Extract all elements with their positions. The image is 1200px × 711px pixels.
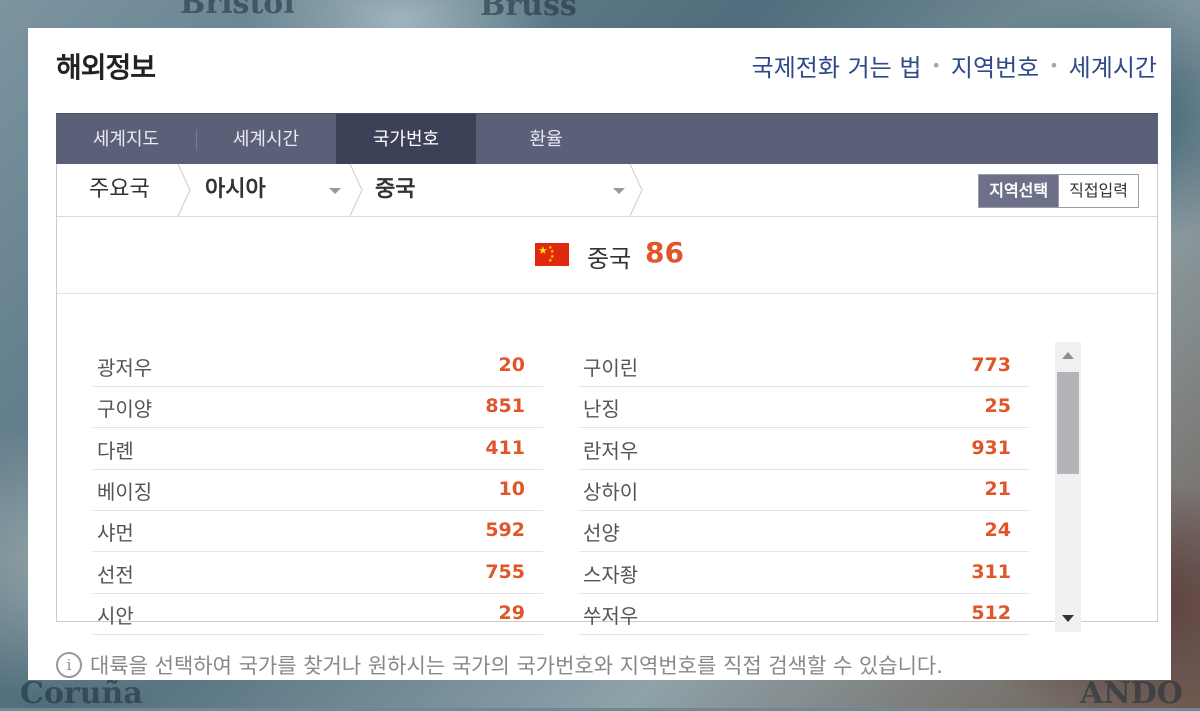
region-row: 스자좡 311 (579, 553, 1029, 594)
chevron-down-icon[interactable] (329, 188, 341, 194)
info-icon: i (56, 652, 82, 678)
region-row: 선양 24 (579, 511, 1029, 553)
country-code-panel: 주요국 아시아 중국 지역선택 직접입력 ★ ★ ★ ★ ★ 중국 86 광저우… (56, 164, 1158, 635)
region-code: 755 (485, 560, 525, 583)
region-code: 311 (971, 560, 1011, 583)
region-name: 선양 (583, 521, 620, 546)
scroll-down-arrow-icon[interactable] (1062, 615, 1074, 622)
region-name: 난징 (583, 397, 620, 422)
scrollbar-thumb[interactable] (1057, 372, 1079, 474)
region-code: 10 (498, 477, 525, 500)
region-row: 난징 25 (579, 387, 1029, 429)
crumb-major-countries[interactable]: 주요국 (89, 164, 150, 216)
info-note: i 대륙을 선택하여 국가를 찾거나 원하시는 국가의 국가번호와 지역번호를 … (56, 650, 943, 680)
input-mode-toggle: 지역선택 직접입력 (978, 174, 1139, 208)
link-area-code[interactable]: 지역번호 (951, 48, 1039, 83)
info-text: 대륙을 선택하여 국가를 찾거나 원하시는 국가의 국가번호와 지역번호를 직접… (90, 654, 943, 678)
separator-dot: • (1049, 56, 1059, 75)
region-code: 851 (485, 395, 525, 418)
region-code: 21 (984, 477, 1011, 500)
region-code: 29 (498, 601, 525, 624)
region-code: 931 (971, 436, 1011, 459)
region-name: 샤먼 (97, 521, 134, 546)
region-list-scrollbar[interactable] (1055, 342, 1081, 632)
crumb-continent-select[interactable]: 아시아 (205, 164, 266, 216)
region-row: 광저우 20 (93, 346, 543, 387)
region-name: 베이징 (97, 479, 153, 504)
tab-country-code[interactable]: 국가번호 (336, 114, 476, 165)
region-row: 상하이 21 (579, 470, 1029, 511)
region-name: 란저우 (583, 438, 639, 463)
region-name: 쑤저우 (583, 603, 639, 628)
chevron-right-icon (629, 164, 643, 216)
tab-exchange-rate[interactable]: 환율 (476, 114, 616, 165)
chevron-down-icon[interactable] (613, 188, 625, 194)
region-row: 쑤저우 512 (579, 594, 1029, 635)
region-name: 광저우 (97, 356, 153, 380)
direct-input-button[interactable]: 직접입력 (1059, 175, 1138, 207)
chevron-right-icon (177, 164, 191, 216)
region-code: 592 (485, 519, 525, 542)
region-row: 구이양 851 (93, 387, 543, 429)
china-flag-icon: ★ ★ ★ ★ ★ (535, 243, 569, 266)
region-breadcrumb: 주요국 아시아 중국 지역선택 직접입력 (57, 164, 1157, 217)
selected-country: ★ ★ ★ ★ ★ 중국 86 (57, 217, 1157, 294)
region-row: 란저우 931 (579, 429, 1029, 470)
tab-world-map[interactable]: 세계지도 (56, 114, 196, 165)
crumb-country-select[interactable]: 중국 (375, 164, 415, 216)
country-code: 86 (645, 236, 684, 269)
region-name: 구이린 (583, 356, 639, 380)
region-row: 시안 29 (93, 594, 543, 635)
region-name: 다롄 (97, 438, 134, 463)
region-row: 구이린 773 (579, 346, 1029, 387)
region-row: 베이징 10 (93, 470, 543, 511)
region-select-button[interactable]: 지역선택 (979, 175, 1060, 207)
top-links: 국제전화 거는 법 • 지역번호 • 세계시간 (752, 48, 1157, 83)
link-intl-call-guide[interactable]: 국제전화 거는 법 (752, 48, 922, 83)
link-world-time[interactable]: 세계시간 (1069, 48, 1157, 83)
tab-bar: 세계지도 세계시간 국가번호 환율 (56, 113, 1158, 165)
region-name: 선전 (97, 562, 134, 587)
region-code: 411 (485, 436, 525, 459)
region-code: 25 (984, 395, 1011, 418)
page-title: 해외정보 (56, 51, 156, 84)
chevron-right-icon (349, 164, 363, 216)
tab-world-time[interactable]: 세계시간 (196, 114, 336, 165)
region-row: 다롄 411 (93, 429, 543, 470)
region-row: 선전 755 (93, 553, 543, 594)
region-code: 24 (984, 519, 1011, 542)
region-code: 773 (971, 354, 1011, 376)
region-name: 상하이 (583, 479, 639, 504)
region-name: 시안 (97, 603, 134, 628)
country-name: 중국 (587, 245, 632, 273)
separator-dot: • (931, 56, 941, 75)
overseas-info-card: 해외정보 국제전화 거는 법 • 지역번호 • 세계시간 세계지도 세계시간 국… (28, 28, 1171, 680)
region-code: 512 (971, 601, 1011, 624)
region-name: 스자좡 (583, 562, 639, 587)
region-name: 구이양 (97, 397, 153, 422)
region-code: 20 (498, 354, 525, 376)
region-row: 샤먼 592 (93, 511, 543, 553)
scroll-up-arrow-icon[interactable] (1062, 352, 1074, 359)
